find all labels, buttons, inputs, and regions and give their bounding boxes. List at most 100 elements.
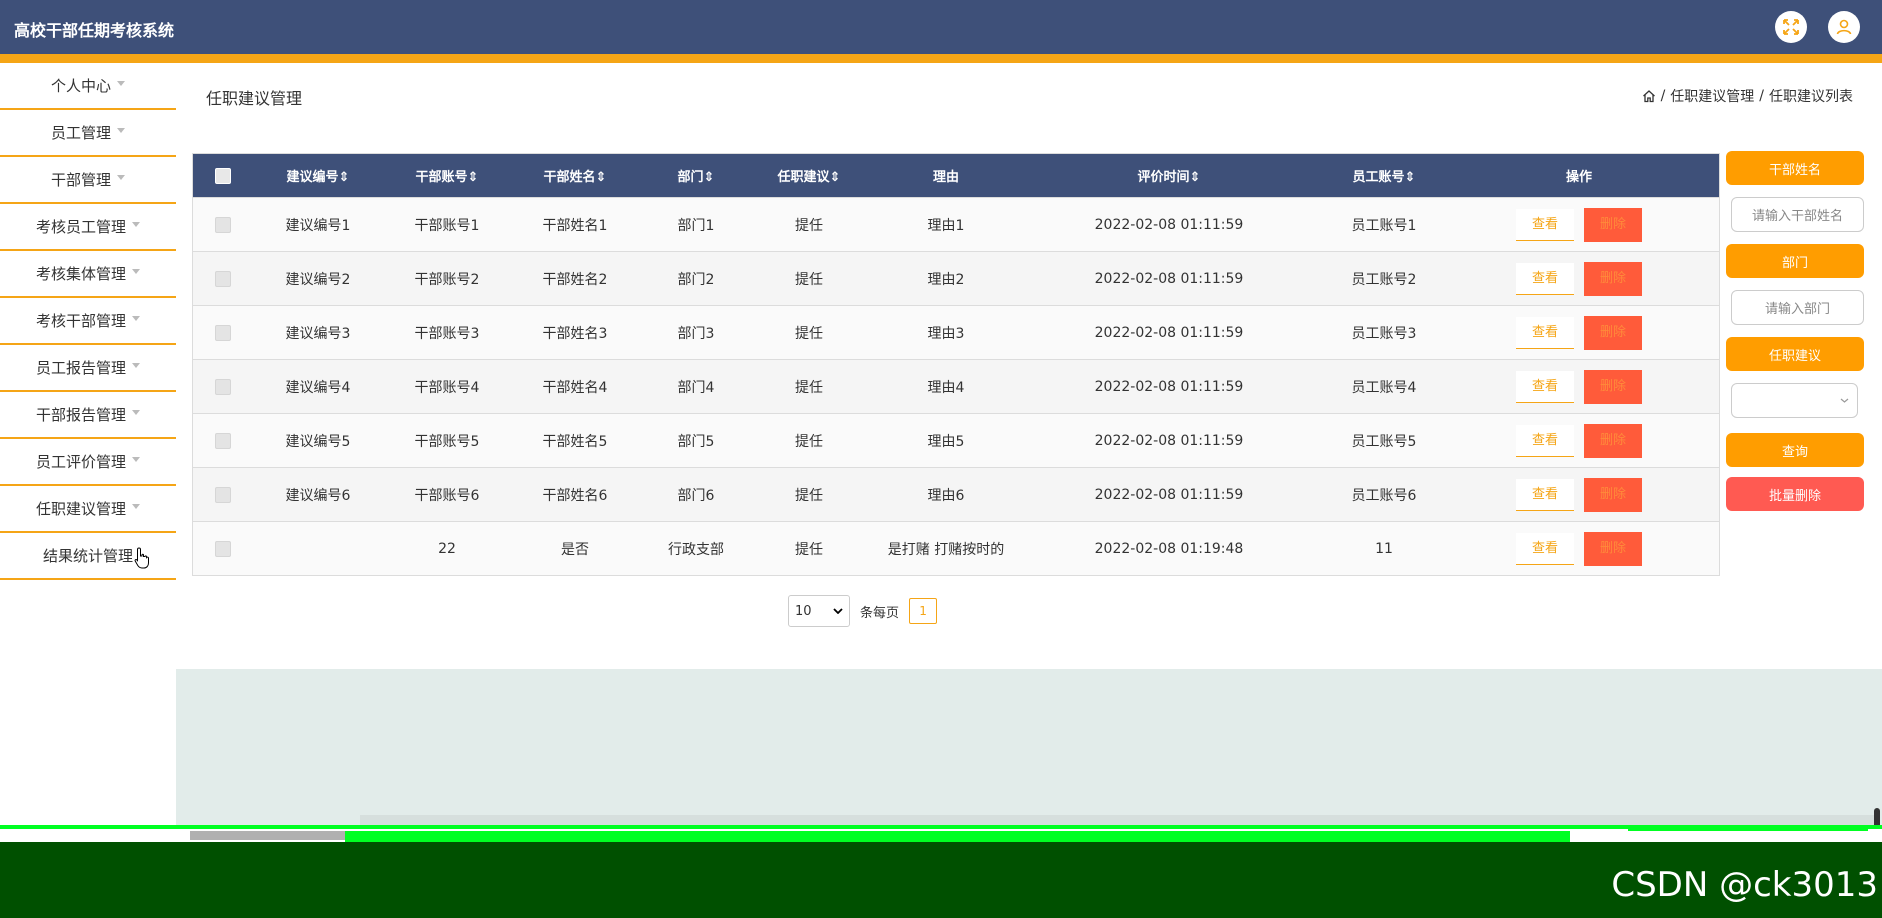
view-button[interactable]: 查看 [1516,208,1574,241]
row-checkbox[interactable] [215,432,231,449]
cell-dept: 部门6 [677,487,715,504]
row-checkbox[interactable] [215,486,231,503]
cell-id: 建议编号6 [285,487,351,504]
suggestion-table: 建议编号⇕ 干部账号⇕ 干部姓名⇕ 部门⇕ 任职建议⇕ 理由 评价时间⇕ 员工账… [192,153,1720,576]
user-icon[interactable] [1828,11,1860,43]
sidebar-item-label: 任职建议管理 [35,500,126,518]
view-button[interactable]: 查看 [1516,370,1574,403]
cell-dept: 部门3 [677,325,715,342]
header-ops: 操作 [1565,170,1592,185]
cell-reason: 理由6 [927,487,965,504]
cell-cadre-account: 干部账号2 [414,271,480,288]
header-dept[interactable]: 部门⇕ [639,166,753,185]
view-button[interactable]: 查看 [1516,532,1574,565]
sort-icon: ⇕ [829,170,841,185]
sidebar-item-cadre-reports[interactable]: 干部报告管理 [0,392,176,439]
row-checkbox[interactable] [215,324,231,341]
suggestion-select[interactable] [1731,383,1858,418]
caret-down-icon [132,457,140,462]
page-title: 任职建议管理 [206,89,303,108]
batch-delete-button[interactable]: 批量删除 [1726,477,1864,511]
dept-input[interactable]: 请输入部门 [1731,290,1864,325]
cell-reason: 理由2 [927,271,965,288]
header-eval-time[interactable]: 评价时间⇕ [1027,166,1311,185]
sort-icon: ⇕ [703,170,715,185]
view-button[interactable]: 查看 [1516,262,1574,295]
cell-cadre-account: 22 [438,540,456,557]
sidebar-item-collective-assessment[interactable]: 考核集体管理 [0,251,176,298]
header-suggestion-id[interactable]: 建议编号⇕ [253,166,383,185]
per-page-label: 条每页 [860,605,900,621]
top-bar: 高校干部任期考核系统 [0,0,1882,54]
table-row: 建议编号3 干部账号3 干部姓名3 部门3 提任 理由3 2022-02-08 … [193,305,1719,359]
artifact-line [0,825,1882,829]
view-button[interactable]: 查看 [1516,478,1574,511]
cell-emp-account: 员工账号3 [1351,325,1417,342]
sort-icon: ⇕ [1404,170,1416,185]
pagination: 10 条每页 1 [788,595,938,627]
artifact-line [1628,826,1868,831]
row-checkbox[interactable] [215,270,231,287]
page-size-select[interactable]: 10 [788,595,850,627]
sidebar-item-result-statistics[interactable]: 结果统计管理 [0,533,176,580]
delete-button[interactable]: 删除 [1584,315,1642,350]
table-row: 建议编号5 干部账号5 干部姓名5 部门5 提任 理由5 2022-02-08 … [193,413,1719,467]
row-checkbox[interactable] [215,216,231,233]
delete-button[interactable]: 删除 [1584,369,1642,404]
sidebar-item-employees[interactable]: 员工管理 [0,110,176,157]
topbar-accent-stripe [0,54,1882,63]
row-checkbox[interactable] [215,540,231,557]
header-emp-account[interactable]: 员工账号⇕ [1311,166,1457,185]
sidebar-item-cadre-assessment[interactable]: 考核干部管理 [0,298,176,345]
row-checkbox[interactable] [215,378,231,395]
breadcrumb-level1[interactable]: 任职建议管理 [1670,86,1754,106]
cadre-name-input[interactable]: 请输入干部姓名 [1731,197,1864,232]
cell-reason: 理由5 [927,433,965,450]
table-row: 建议编号2 干部账号2 干部姓名2 部门2 提任 理由2 2022-02-08 … [193,251,1719,305]
sidebar-item-label: 员工评价管理 [35,453,126,471]
sidebar-item-employee-assessment[interactable]: 考核员工管理 [0,204,176,251]
expand-icon[interactable] [1775,11,1807,43]
delete-button[interactable]: 删除 [1584,531,1642,566]
cell-reason: 理由4 [927,379,965,396]
sort-icon: ⇕ [595,170,607,185]
sort-icon: ⇕ [1189,170,1201,185]
sidebar-item-label: 干部报告管理 [35,406,126,424]
delete-button[interactable]: 删除 [1584,423,1642,458]
cell-emp-account: 员工账号5 [1351,433,1417,450]
query-button[interactable]: 查询 [1726,433,1864,467]
view-button[interactable]: 查看 [1516,316,1574,349]
cell-id: 建议编号1 [285,217,351,234]
cell-dept: 部门4 [677,379,715,396]
sidebar-item-label: 考核员工管理 [35,218,126,236]
sidebar-item-personal-center[interactable]: 个人中心 [0,63,176,110]
header-cadre-account[interactable]: 干部账号⇕ [383,166,511,185]
caret-down-icon [132,504,140,509]
breadcrumb-level2: 任职建议列表 [1769,89,1853,105]
delete-button[interactable]: 删除 [1584,207,1642,242]
view-button[interactable]: 查看 [1516,424,1574,457]
cell-dept: 行政支部 [668,541,724,558]
cell-id: 建议编号3 [285,325,351,342]
sidebar: 个人中心 员工管理 干部管理 考核员工管理 考核集体管理 考核干部管理 员工报告… [0,63,176,580]
cell-cadre-name: 干部姓名6 [542,487,608,504]
delete-button[interactable]: 删除 [1584,261,1642,296]
caret-down-icon [132,410,140,415]
artifact-line [0,830,190,840]
sidebar-item-employee-evaluation[interactable]: 员工评价管理 [0,439,176,486]
sidebar-item-cadres[interactable]: 干部管理 [0,157,176,204]
caret-down-icon [132,222,140,227]
cell-cadre-name: 干部姓名2 [542,271,608,288]
cell-cadre-name: 干部姓名5 [542,433,608,450]
sidebar-item-appointment-suggestions[interactable]: 任职建议管理 [0,486,176,533]
page-number-button[interactable]: 1 [909,598,938,624]
sort-icon: ⇕ [338,170,350,185]
header-suggestion[interactable]: 任职建议⇕ [753,166,865,185]
sidebar-item-label: 个人中心 [50,77,111,95]
sidebar-item-employee-reports[interactable]: 员工报告管理 [0,345,176,392]
home-icon[interactable] [1642,89,1656,103]
delete-button[interactable]: 删除 [1584,477,1642,512]
header-cadre-name[interactable]: 干部姓名⇕ [511,166,639,185]
cell-emp-account: 11 [1375,540,1393,557]
select-all-checkbox[interactable] [215,167,231,184]
